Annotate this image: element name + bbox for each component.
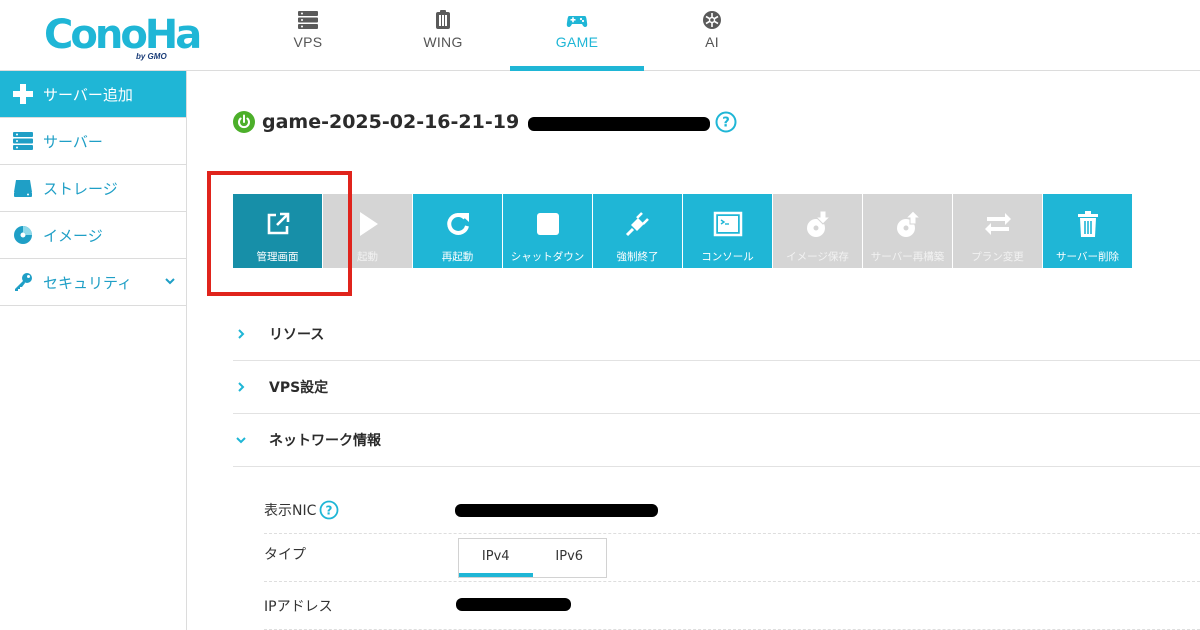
- ai-chip-icon: [703, 11, 721, 29]
- power-status-icon: [233, 111, 255, 133]
- trash-icon: [1077, 211, 1098, 237]
- delete-server-button[interactable]: サーバー削除: [1043, 194, 1132, 268]
- network-row-ip: IPアドレス: [264, 582, 1200, 630]
- chevron-right-icon: [238, 329, 245, 339]
- ipv4-active-indicator: [459, 573, 533, 577]
- network-row-type: タイプ: [264, 534, 1200, 582]
- nic-label: 表示NIC: [264, 503, 317, 519]
- sidebar-item-storage[interactable]: ストレージ: [0, 165, 186, 212]
- shutdown-label: シャットダウン: [510, 251, 585, 263]
- active-tab-indicator: [510, 66, 644, 71]
- change-plan-label: プラン変更: [971, 251, 1024, 263]
- svg-text:?: ?: [722, 116, 730, 131]
- ip-label: IPアドレス: [264, 599, 333, 615]
- logo-subtext: by GMO: [136, 52, 167, 61]
- sidebar-item-label: サーバー: [43, 132, 103, 151]
- sidebar-item-server[interactable]: サーバー: [0, 118, 186, 165]
- ipv4-option[interactable]: IPv4: [459, 539, 533, 577]
- gamepad-icon: [566, 16, 588, 27]
- server-title: game-2025-02-16-21-19 ?: [233, 108, 737, 136]
- server-icon: [13, 132, 33, 150]
- redacted-nic-value: [455, 504, 658, 517]
- help-icon[interactable]: ?: [319, 500, 339, 520]
- sidebar-item-image[interactable]: イメージ: [0, 212, 186, 259]
- rebuild-icon: [896, 210, 921, 237]
- swap-icon: [984, 213, 1011, 235]
- image-disc-icon: [14, 226, 32, 244]
- ipv4-label: IPv4: [481, 549, 510, 564]
- shutdown-button[interactable]: シャットダウン: [503, 194, 592, 268]
- change-plan-button[interactable]: プラン変更: [953, 194, 1042, 268]
- section-resources[interactable]: リソース: [233, 308, 1200, 361]
- redacted-ip-value: [456, 598, 571, 611]
- delete-server-label: サーバー削除: [1056, 251, 1119, 263]
- play-icon: [359, 212, 378, 236]
- chevron-down-icon: [165, 278, 175, 285]
- sidebar-item-add-server[interactable]: サーバー追加: [0, 71, 186, 118]
- top-header: ConoHa by GMO VPS WING GAME AI: [0, 0, 1200, 71]
- tab-wing[interactable]: WING: [376, 0, 510, 71]
- ipv6-label: IPv6: [555, 549, 584, 564]
- restart-label: 再起動: [441, 251, 474, 263]
- tab-ai-label: AI: [705, 34, 719, 50]
- tab-wing-label: WING: [423, 34, 463, 50]
- section-vps-settings-label: VPS設定: [269, 380, 329, 396]
- console-label: コンソール: [701, 251, 754, 263]
- rebuild-server-label: サーバー再構築: [870, 251, 945, 263]
- server-stack-icon: [298, 11, 318, 29]
- force-stop-label: 強制終了: [616, 251, 659, 263]
- key-icon: [15, 273, 32, 291]
- highlight-annotation-box: [207, 171, 352, 296]
- server-action-toolbar: 管理画面 起動 再起動 シャットダウン 強制終了 コンソール イメージ保存 サー…: [233, 194, 1133, 268]
- save-image-label: イメージ保存: [786, 251, 849, 263]
- sidebar-item-label: サーバー追加: [43, 85, 133, 104]
- save-image-button[interactable]: イメージ保存: [773, 194, 862, 268]
- tab-game[interactable]: GAME: [510, 0, 644, 71]
- nic-label-wrap: 表示NIC ?: [264, 486, 339, 534]
- sidebar-item-label: イメージ: [43, 226, 103, 245]
- server-name: game-2025-02-16-21-19: [262, 111, 520, 133]
- sidebar-item-security[interactable]: セキュリティ: [0, 259, 186, 306]
- wing-icon: [436, 10, 450, 29]
- svg-text:?: ?: [326, 503, 333, 517]
- plus-icon: [13, 84, 33, 104]
- redacted-ip: [528, 117, 711, 131]
- tab-vps[interactable]: VPS: [241, 0, 375, 71]
- image-save-icon: [806, 210, 831, 237]
- tab-ai[interactable]: AI: [645, 0, 779, 71]
- restart-button[interactable]: 再起動: [413, 194, 502, 268]
- ipv6-option[interactable]: IPv6: [533, 539, 607, 577]
- chevron-down-icon: [236, 437, 246, 444]
- sidebar: サーバー追加 サーバー ストレージ イメージ セキュリティ: [0, 71, 187, 630]
- force-stop-button[interactable]: 強制終了: [593, 194, 682, 268]
- tab-game-label: GAME: [555, 34, 599, 50]
- section-vps-settings[interactable]: VPS設定: [233, 361, 1200, 414]
- type-label: タイプ: [264, 547, 306, 563]
- rebuild-server-button[interactable]: サーバー再構築: [863, 194, 952, 268]
- storage-icon: [14, 180, 32, 197]
- section-resources-label: リソース: [269, 327, 325, 343]
- console-button[interactable]: コンソール: [683, 194, 772, 268]
- plug-icon: [625, 212, 649, 237]
- logo-text: ConoHa: [44, 12, 202, 58]
- section-network-info[interactable]: ネットワーク情報: [233, 414, 1200, 467]
- console-icon: [713, 211, 742, 237]
- sidebar-item-label: ストレージ: [43, 179, 118, 198]
- help-icon[interactable]: ?: [715, 111, 737, 133]
- restart-icon: [446, 212, 469, 235]
- sidebar-item-label: セキュリティ: [43, 273, 133, 292]
- chevron-right-icon: [238, 382, 245, 392]
- ip-version-toggle: IPv4 IPv6: [458, 538, 607, 578]
- section-network-info-label: ネットワーク情報: [269, 433, 381, 449]
- stop-icon: [536, 213, 559, 235]
- conoha-logo[interactable]: ConoHa by GMO: [44, 9, 202, 63]
- network-row-nic: 表示NIC ?: [264, 486, 1200, 534]
- tab-vps-label: VPS: [293, 34, 323, 50]
